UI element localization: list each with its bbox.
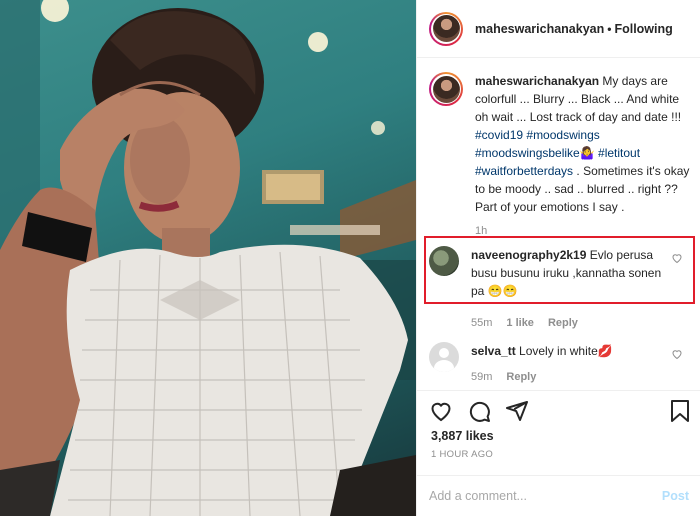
hashtag-letitout[interactable]: #letitout — [598, 146, 640, 160]
bookmark-save-icon[interactable] — [669, 399, 691, 423]
comment-reply-button[interactable]: Reply — [548, 314, 578, 332]
likes-count[interactable]: 3,887 likes — [431, 429, 494, 443]
author-username[interactable]: maheswarichanakyan — [475, 22, 604, 36]
post-caption: maheswarichanakyan My days are colorfull… — [429, 72, 691, 240]
caption-username[interactable]: maheswarichanakyan — [475, 74, 599, 88]
post-header: maheswarichanakyan • Following — [417, 0, 700, 58]
comment-username[interactable]: selva_tt — [471, 344, 516, 358]
like-heart-icon[interactable] — [429, 399, 453, 423]
post-actions: 3,887 likes 1 HOUR AGO — [417, 390, 700, 475]
comment-item: selva_tt Lovely in white💋 59m Reply — [429, 342, 691, 386]
header-separator: • — [607, 21, 612, 36]
add-comment-bar: Post — [417, 475, 700, 516]
comment-likes[interactable]: 1 like — [506, 314, 534, 332]
shrug-emoji: 🤷‍♀️ — [579, 146, 595, 160]
caption-avatar[interactable] — [429, 72, 463, 106]
comment-input[interactable] — [429, 489, 662, 503]
follow-status-button[interactable]: Following — [614, 22, 672, 36]
highlighted-comment-box — [424, 236, 695, 304]
hashtag-covid19[interactable]: #covid19 — [475, 128, 523, 142]
post-comment-button[interactable]: Post — [662, 489, 689, 503]
author-avatar[interactable] — [429, 11, 463, 46]
commenter-avatar-default[interactable] — [429, 342, 459, 372]
hashtag-moodswingsbelike[interactable]: #moodswingsbelike — [475, 146, 580, 160]
comment-reply-button[interactable]: Reply — [506, 368, 536, 386]
post-timestamp[interactable]: 1 HOUR AGO — [431, 449, 493, 460]
comment-time[interactable]: 59m — [471, 368, 492, 386]
comment-time[interactable]: 55m — [471, 314, 492, 332]
post-photo — [0, 0, 416, 516]
comment-bubble-icon[interactable] — [467, 399, 491, 423]
hashtag-waitforbetterdays[interactable]: #waitforbetterdays — [475, 164, 573, 178]
comment-like-heart-icon[interactable] — [671, 348, 683, 360]
post-photo-art — [0, 0, 416, 516]
hashtag-moodswings[interactable]: #moodswings — [526, 128, 599, 142]
share-send-icon[interactable] — [505, 399, 529, 423]
comment-text: Lovely in white💋 — [515, 344, 613, 358]
